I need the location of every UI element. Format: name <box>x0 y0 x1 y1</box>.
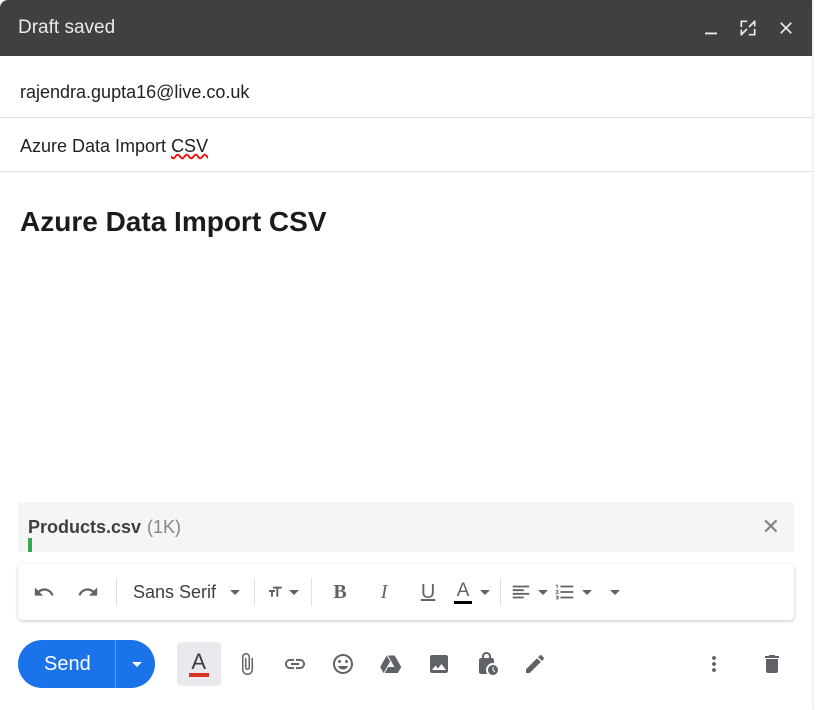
subject-misspelled: CSV <box>171 136 208 156</box>
chevron-down-icon <box>610 590 620 595</box>
insert-drive-button[interactable] <box>369 642 413 686</box>
separator <box>116 578 117 606</box>
attachment-filename: Products.csv <box>28 517 141 538</box>
upload-progress-indicator <box>28 538 32 552</box>
more-formatting-button[interactable] <box>595 570 631 614</box>
more-options-button[interactable] <box>692 642 736 686</box>
paperclip-icon <box>235 652 259 676</box>
list-button[interactable] <box>551 570 595 614</box>
bold-button[interactable]: B <box>318 570 362 614</box>
separator <box>254 578 255 606</box>
insert-link-button[interactable] <box>273 642 317 686</box>
emoji-icon <box>331 652 355 676</box>
subject-prefix: Azure Data Import <box>20 136 171 156</box>
chevron-down-icon <box>289 590 299 595</box>
bold-icon: B <box>333 581 346 604</box>
header-title: Draft saved <box>18 17 115 39</box>
insert-signature-button[interactable] <box>513 642 557 686</box>
attachment-size: (1K) <box>147 517 181 538</box>
send-button[interactable]: Send <box>18 640 115 688</box>
redo-button[interactable] <box>66 570 110 614</box>
separator <box>500 578 501 606</box>
align-left-icon <box>510 581 532 603</box>
left-actions: Send A <box>18 640 557 688</box>
minimize-icon[interactable] <box>702 19 720 37</box>
email-body[interactable]: Azure Data Import CSV <box>0 172 812 502</box>
header-controls <box>702 18 796 38</box>
font-family-select[interactable]: Sans Serif <box>123 570 248 614</box>
underline-button[interactable]: U <box>406 570 450 614</box>
discard-draft-button[interactable] <box>750 642 794 686</box>
remove-attachment-icon[interactable]: ✕ <box>762 516 780 538</box>
font-size-icon <box>267 579 283 605</box>
chevron-down-icon <box>582 590 592 595</box>
undo-button[interactable] <box>22 570 66 614</box>
attachment-chip[interactable]: Products.csv (1K) ✕ <box>18 502 794 552</box>
more-vert-icon <box>702 652 726 676</box>
subject-field[interactable]: Azure Data Import CSV <box>0 118 812 172</box>
compose-header: Draft saved <box>0 0 812 56</box>
formatting-options-button[interactable]: A <box>177 642 221 686</box>
image-icon <box>427 652 451 676</box>
send-options-button[interactable] <box>115 640 155 688</box>
send-button-group: Send <box>18 640 155 688</box>
lock-clock-icon <box>475 652 499 676</box>
close-icon[interactable] <box>776 18 796 38</box>
align-button[interactable] <box>507 570 551 614</box>
separator <box>311 578 312 606</box>
trash-icon <box>760 652 784 676</box>
link-icon <box>283 652 307 676</box>
chevron-down-icon <box>132 662 142 667</box>
right-actions <box>692 642 794 686</box>
insert-emoji-button[interactable] <box>321 642 365 686</box>
undo-icon <box>33 581 55 603</box>
text-color-button[interactable]: A <box>450 570 494 614</box>
body-heading: Azure Data Import CSV <box>20 206 792 238</box>
recipient-text: rajendra.gupta16@live.co.uk <box>20 82 249 102</box>
text-color-icon: A <box>454 581 472 604</box>
underline-icon: U <box>421 581 435 604</box>
numbered-list-icon <box>554 581 576 603</box>
attachment-info: Products.csv (1K) <box>28 517 181 538</box>
font-name-label: Sans Serif <box>133 582 216 603</box>
italic-button[interactable]: I <box>362 570 406 614</box>
chevron-down-icon <box>538 590 548 595</box>
chevron-down-icon <box>230 590 240 595</box>
drive-icon <box>379 652 403 676</box>
compose-window: Draft saved rajendra.gupta16@live.co.uk … <box>0 0 812 710</box>
chevron-down-icon <box>480 590 490 595</box>
to-field[interactable]: rajendra.gupta16@live.co.uk <box>0 56 812 118</box>
redo-icon <box>77 581 99 603</box>
pen-icon <box>523 652 547 676</box>
bottom-action-bar: Send A <box>0 620 812 710</box>
italic-icon: I <box>381 581 388 604</box>
insert-photo-button[interactable] <box>417 642 461 686</box>
attach-file-button[interactable] <box>225 642 269 686</box>
formatting-toolbar: Sans Serif B I U A <box>18 564 794 620</box>
format-icon: A <box>189 651 209 677</box>
confidential-mode-button[interactable] <box>465 642 509 686</box>
font-size-button[interactable] <box>261 570 305 614</box>
fullscreen-icon[interactable] <box>738 18 758 38</box>
